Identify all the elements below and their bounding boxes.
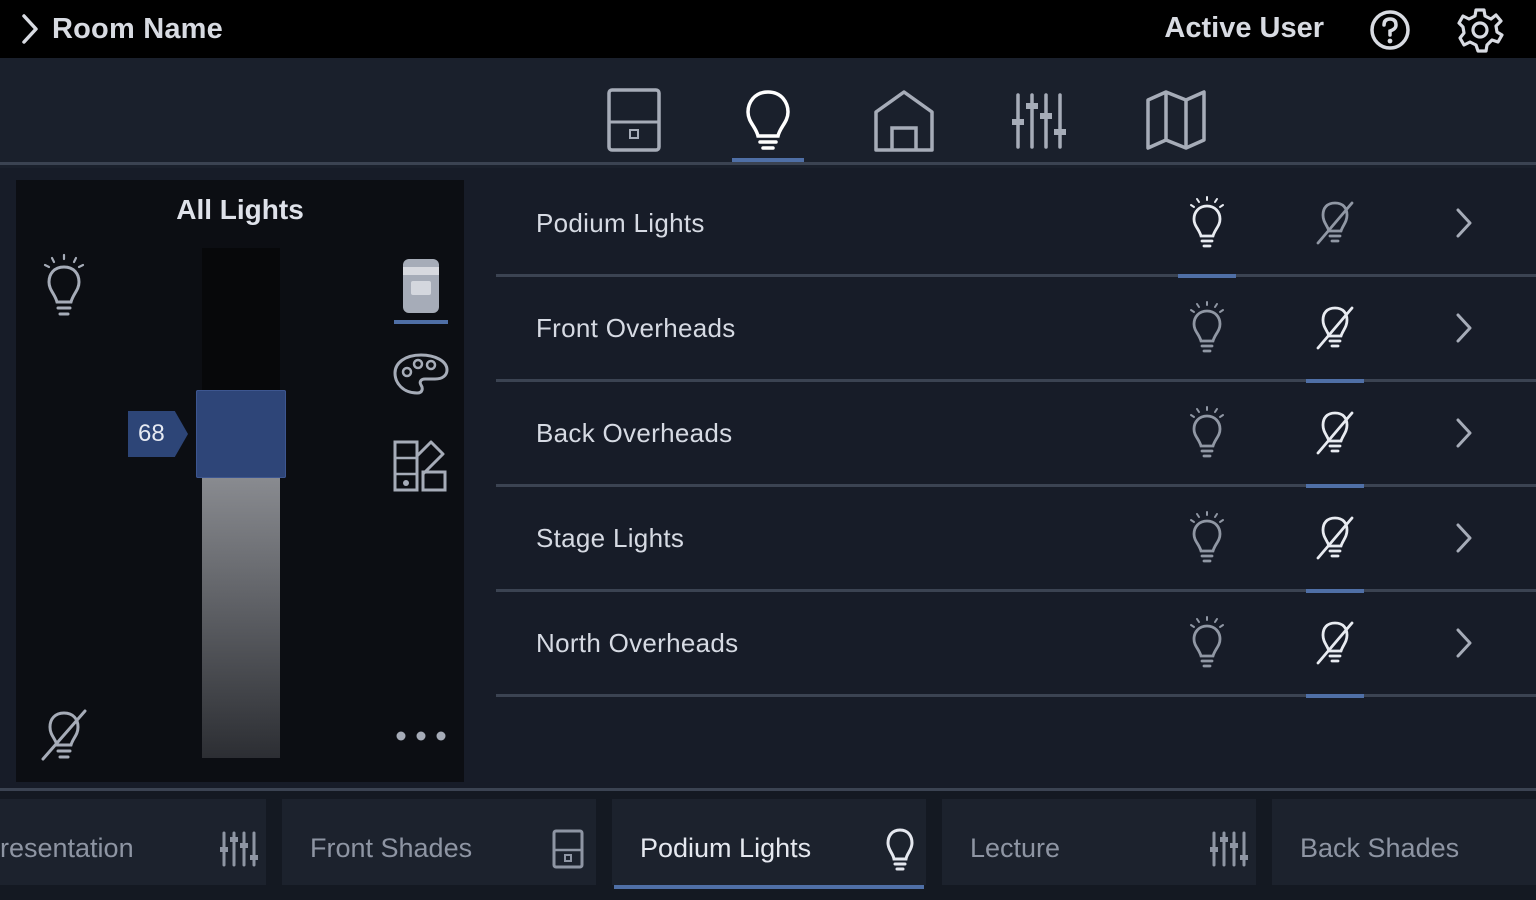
sliders-icon [216, 827, 260, 871]
color-mode-button[interactable] [390, 346, 452, 402]
favorites-dock: resentation Front Shades Podium Lights L… [0, 788, 1536, 900]
dock-item-label: Front Shades [310, 833, 473, 863]
light-on-button[interactable] [1176, 194, 1238, 278]
dock-item-lecture[interactable]: Lecture [942, 799, 1256, 885]
level-slider[interactable] [196, 248, 286, 758]
chevron-right-icon [1450, 205, 1476, 246]
light-off-button[interactable] [1304, 404, 1366, 488]
chevron-right-icon [1450, 625, 1476, 666]
room-name: Room Name [52, 12, 223, 45]
light-on-button[interactable] [1176, 299, 1238, 361]
light-details-button[interactable] [1432, 194, 1494, 256]
dock-item-back-shades[interactable]: Back Shades [1272, 799, 1536, 885]
dock-item-presentation[interactable]: resentation [0, 799, 266, 885]
more-dots-icon [396, 731, 446, 741]
lightbulb-off-icon [1312, 302, 1358, 359]
chevron-right-icon [1450, 415, 1476, 456]
light-details-button[interactable] [1432, 614, 1494, 676]
dimmer-mode-button[interactable] [392, 254, 450, 324]
level-handle[interactable] [196, 390, 286, 478]
more-options-button[interactable] [390, 720, 452, 752]
active-user[interactable]: Active User [1164, 12, 1324, 45]
all-lights-panel: All Lights 68 [16, 180, 464, 782]
light-on-button[interactable] [1176, 509, 1238, 571]
help-icon[interactable] [1366, 8, 1414, 52]
top-bar: Room Name Active User [0, 0, 1536, 58]
light-details-button[interactable] [1432, 509, 1494, 571]
light-group-list: Podium Lights Front Overheads Back Overh… [496, 172, 1536, 698]
lightbulb-icon [878, 827, 922, 871]
light-off-button[interactable] [1304, 194, 1366, 256]
tab-map[interactable] [1136, 80, 1216, 160]
lightbulb-off-icon [1312, 512, 1358, 569]
light-row-label: Podium Lights [536, 208, 705, 238]
dock-item-front-shades[interactable]: Front Shades [282, 799, 596, 885]
light-on-button[interactable] [1176, 404, 1238, 466]
tab-shades[interactable] [594, 80, 674, 160]
tab-lights[interactable] [728, 80, 808, 162]
sliders-icon [1206, 827, 1250, 871]
level-value: 68 [128, 411, 188, 457]
light-details-button[interactable] [1432, 404, 1494, 466]
tab-home[interactable] [864, 80, 944, 160]
light-on-button[interactable] [1176, 614, 1238, 676]
tab-audio[interactable] [998, 80, 1078, 160]
light-row: North Overheads [496, 592, 1536, 698]
light-row: Podium Lights [496, 172, 1536, 278]
panel-title: All Lights [176, 194, 304, 225]
lightbulb-off-icon [1312, 197, 1358, 254]
light-row-label: Back Overheads [536, 418, 733, 448]
lightbulb-off-icon [1312, 617, 1358, 674]
lightbulb-on-icon [1187, 405, 1227, 466]
dock-item-label: resentation [0, 833, 134, 863]
lightbulb-on-icon [1187, 300, 1227, 361]
lightbulb-off-icon [41, 709, 87, 761]
map-icon [1146, 90, 1206, 150]
shades-icon [607, 88, 661, 152]
lightbulb-on-icon [1187, 195, 1227, 256]
light-row-label: North Overheads [536, 628, 739, 658]
chevron-right-icon [1450, 520, 1476, 561]
lightbulb-on-icon [43, 253, 85, 316]
light-off-button[interactable] [1304, 509, 1366, 593]
room-selector[interactable]: Room Name [18, 8, 223, 50]
shades-icon [546, 827, 590, 871]
light-row: Back Overheads [496, 382, 1536, 488]
dock-item-label: Podium Lights [640, 833, 812, 863]
dock-item-label: Lecture [970, 833, 1061, 863]
light-row-label: Front Overheads [536, 313, 736, 343]
lightbulb-on-icon [1187, 510, 1227, 571]
scenes-mode-button[interactable] [390, 434, 452, 498]
chevron-right-icon [1450, 310, 1476, 351]
nav-divider [0, 162, 1536, 165]
lightbulb-on-icon [1187, 615, 1227, 676]
sliders-icon [1012, 93, 1066, 149]
dock-item-label: Back Shades [1300, 833, 1460, 863]
gear-icon[interactable] [1454, 6, 1506, 54]
all-off-button[interactable] [36, 706, 92, 766]
dock-item-podium-lights[interactable]: Podium Lights [612, 799, 926, 889]
lightbulb-off-icon [1312, 407, 1358, 464]
light-details-button[interactable] [1432, 299, 1494, 361]
light-row-label: Stage Lights [536, 523, 685, 553]
dimmer-icon [403, 259, 439, 313]
level-fill [202, 474, 280, 758]
chevron-right-icon [18, 12, 42, 46]
palette-icon [393, 353, 449, 395]
light-off-button[interactable] [1304, 614, 1366, 698]
light-off-button[interactable] [1304, 299, 1366, 383]
light-row: Front Overheads [496, 277, 1536, 383]
light-row: Stage Lights [496, 487, 1536, 593]
shapes-icon [393, 440, 447, 492]
home-icon [874, 90, 934, 152]
all-on-button[interactable] [40, 252, 88, 320]
lightbulb-icon [746, 90, 790, 150]
